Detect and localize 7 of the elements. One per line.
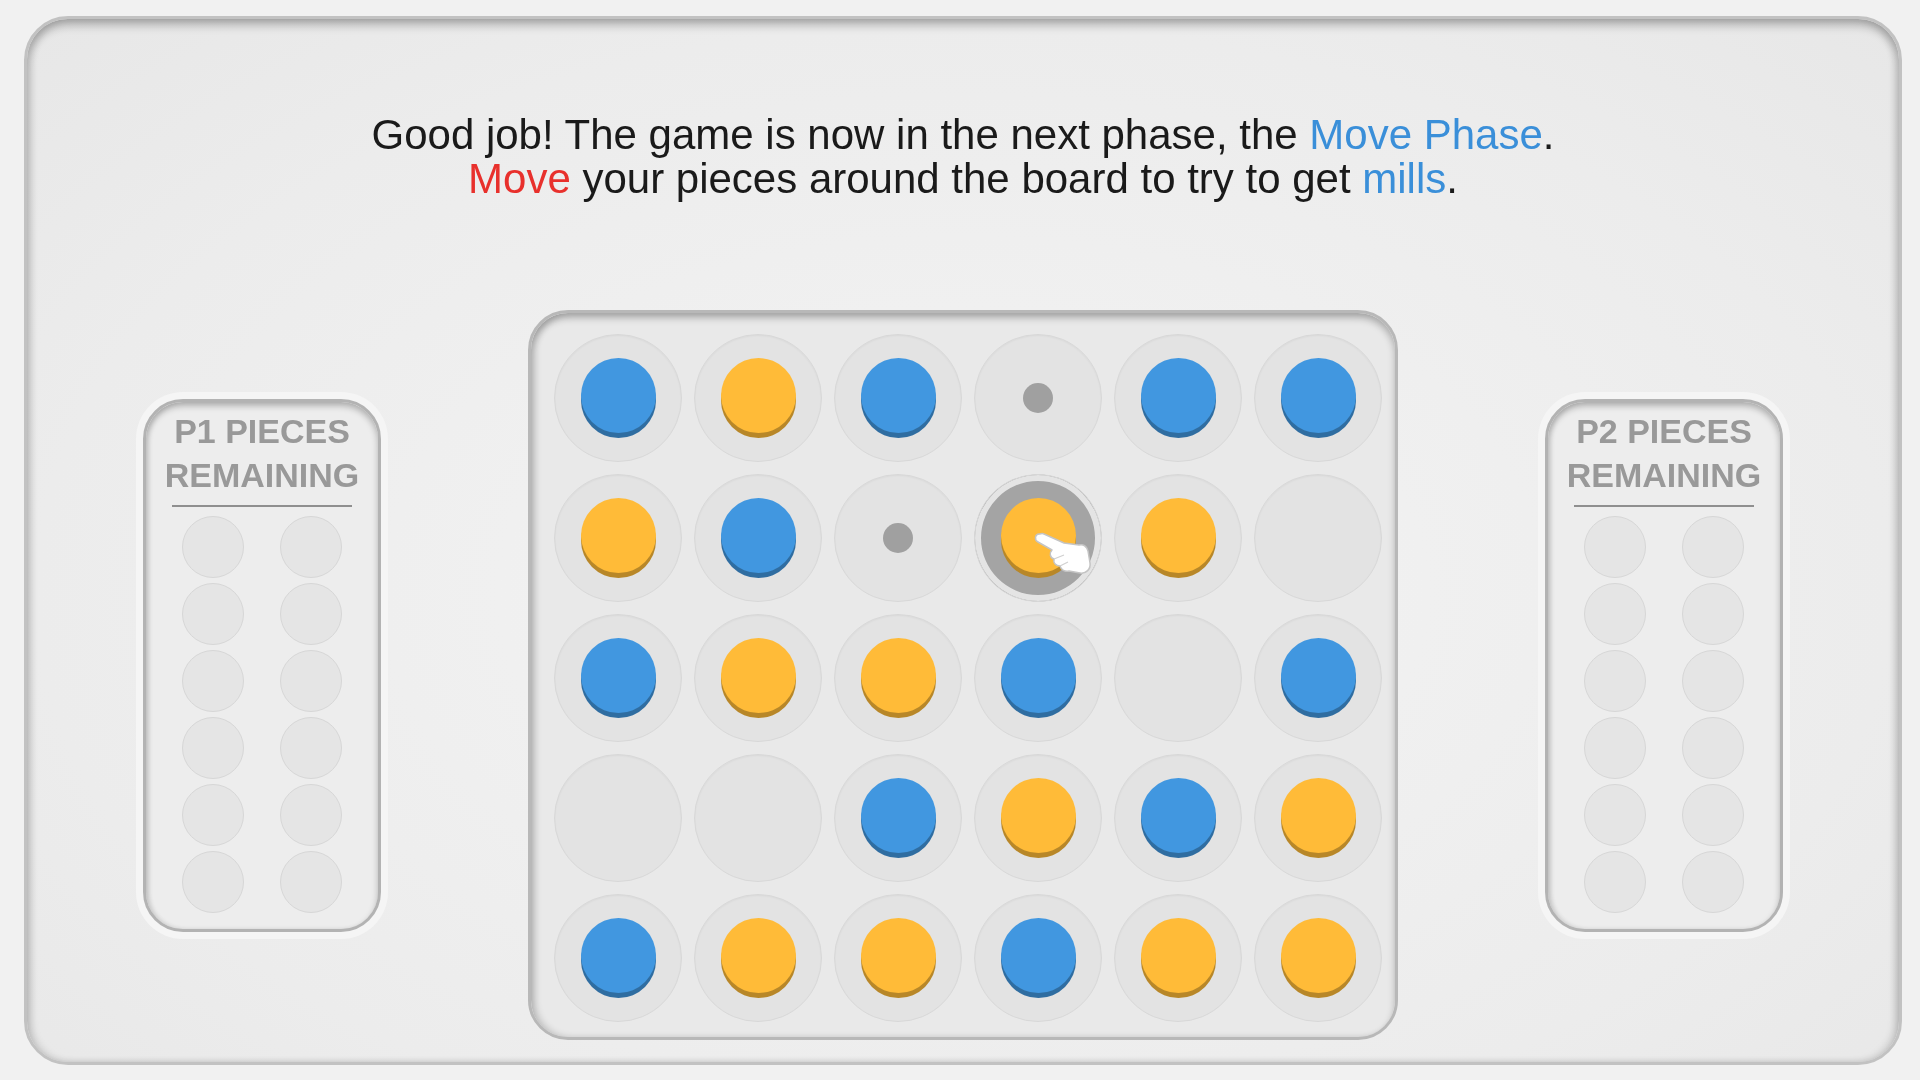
- hand-pointer-icon: [1034, 531, 1092, 575]
- panel-title: P1 PIECES REMAINING: [163, 411, 361, 496]
- dot-icon: [883, 523, 913, 553]
- panel-title: P2 PIECES REMAINING: [1565, 411, 1763, 496]
- instruction-text: Move your pieces around the board to try to get mills.: [468, 157, 1458, 201]
- dot-icon: [1023, 383, 1053, 413]
- instruction-text: Good job! The game is now in the next phase, the Move Phase.: [371, 113, 1555, 157]
